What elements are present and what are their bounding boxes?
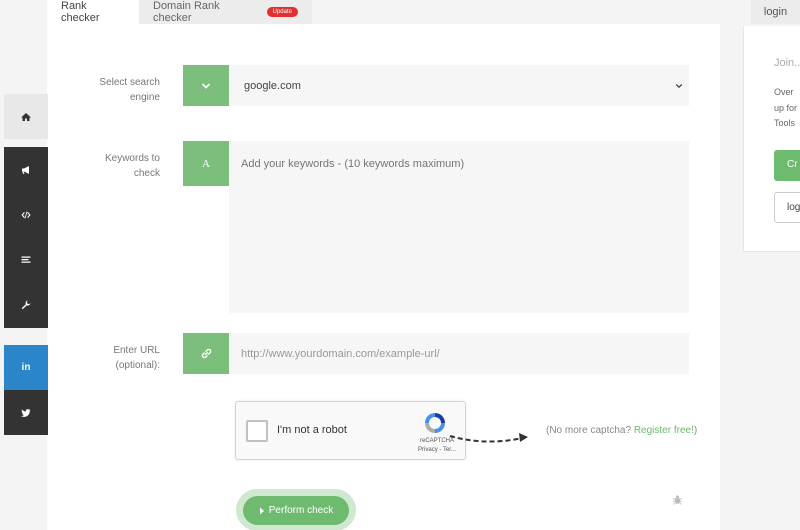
recaptcha-widget: I'm not a robot reCAPTCHA Privacy - Ter.… — [235, 401, 466, 460]
sidebar-home-button[interactable] — [4, 94, 48, 139]
signup-text-line-3: Tools — [774, 118, 796, 128]
sidebar-twitter-button[interactable] — [4, 390, 48, 435]
tab-rank-checker[interactable]: Rank checker — [47, 0, 139, 24]
wrench-icon — [21, 300, 31, 310]
sidebar-list-button[interactable] — [4, 237, 48, 282]
signup-title: Join.. — [774, 57, 800, 69]
bug-icon[interactable] — [672, 494, 683, 505]
twitter-icon — [21, 408, 31, 417]
list-icon — [21, 256, 31, 263]
search-engine-value: google.com — [244, 79, 301, 92]
url-label: Enter URL (optional): — [113, 345, 160, 371]
linkedin-icon: in — [21, 362, 31, 373]
recaptcha-logo-icon — [425, 413, 445, 433]
caret-right-icon — [259, 507, 264, 514]
no-captcha-close: ) — [693, 425, 698, 436]
chevron-down-icon — [201, 82, 211, 89]
url-icon-box — [183, 333, 229, 374]
sidebar-code-button[interactable] — [4, 192, 48, 237]
sidebar-announcements-button[interactable] — [4, 147, 48, 192]
recaptcha-label: I'm not a robot — [277, 424, 347, 436]
perform-check-label: Perform check — [268, 505, 334, 516]
login-tab[interactable]: login — [751, 0, 800, 24]
keywords-textarea[interactable] — [229, 141, 689, 313]
search-engine-select[interactable]: google.com — [229, 65, 689, 106]
sidebar-tools-button[interactable] — [4, 282, 48, 328]
perform-check-button[interactable]: Perform check — [243, 496, 349, 525]
sidebar-linkedin-button[interactable]: in — [4, 345, 48, 390]
update-badge: Update — [266, 7, 298, 17]
tab-domain-rank-checker-label: Domain Rank checker — [153, 0, 220, 24]
select-arrow-icon — [675, 83, 683, 88]
search-engine-label: Select search engine — [99, 77, 160, 103]
home-icon — [21, 112, 31, 121]
dashed-arrow-icon — [449, 433, 528, 443]
font-icon: A — [202, 157, 210, 170]
signup-panel: Join.. Over up for Tools Cr log — [743, 26, 800, 252]
no-captcha-note: (No more captcha? Register free!) — [546, 420, 706, 442]
register-free-link[interactable]: Register free! — [634, 425, 694, 436]
signup-text-line-2: up for — [774, 103, 798, 113]
code-icon — [21, 211, 31, 218]
recaptcha-checkbox[interactable] — [246, 420, 268, 442]
url-placeholder: http://www.yourdomain.com/example-url/ — [241, 347, 440, 360]
signup-text-line-1: Over — [774, 87, 794, 97]
keywords-icon-box: A — [183, 141, 229, 186]
create-account-button[interactable]: Cr — [774, 150, 800, 181]
link-icon — [201, 348, 211, 359]
megaphone-icon — [22, 165, 29, 174]
url-input[interactable]: http://www.yourdomain.com/example-url/ — [229, 333, 689, 374]
keywords-label: Keywords to check — [104, 153, 160, 179]
search-engine-icon-box — [183, 65, 229, 106]
no-captcha-text: (No more captcha? — [546, 425, 634, 436]
tab-domain-rank-checker[interactable]: Domain Rank checker Update — [139, 0, 312, 24]
panel-login-button[interactable]: log — [774, 192, 800, 223]
